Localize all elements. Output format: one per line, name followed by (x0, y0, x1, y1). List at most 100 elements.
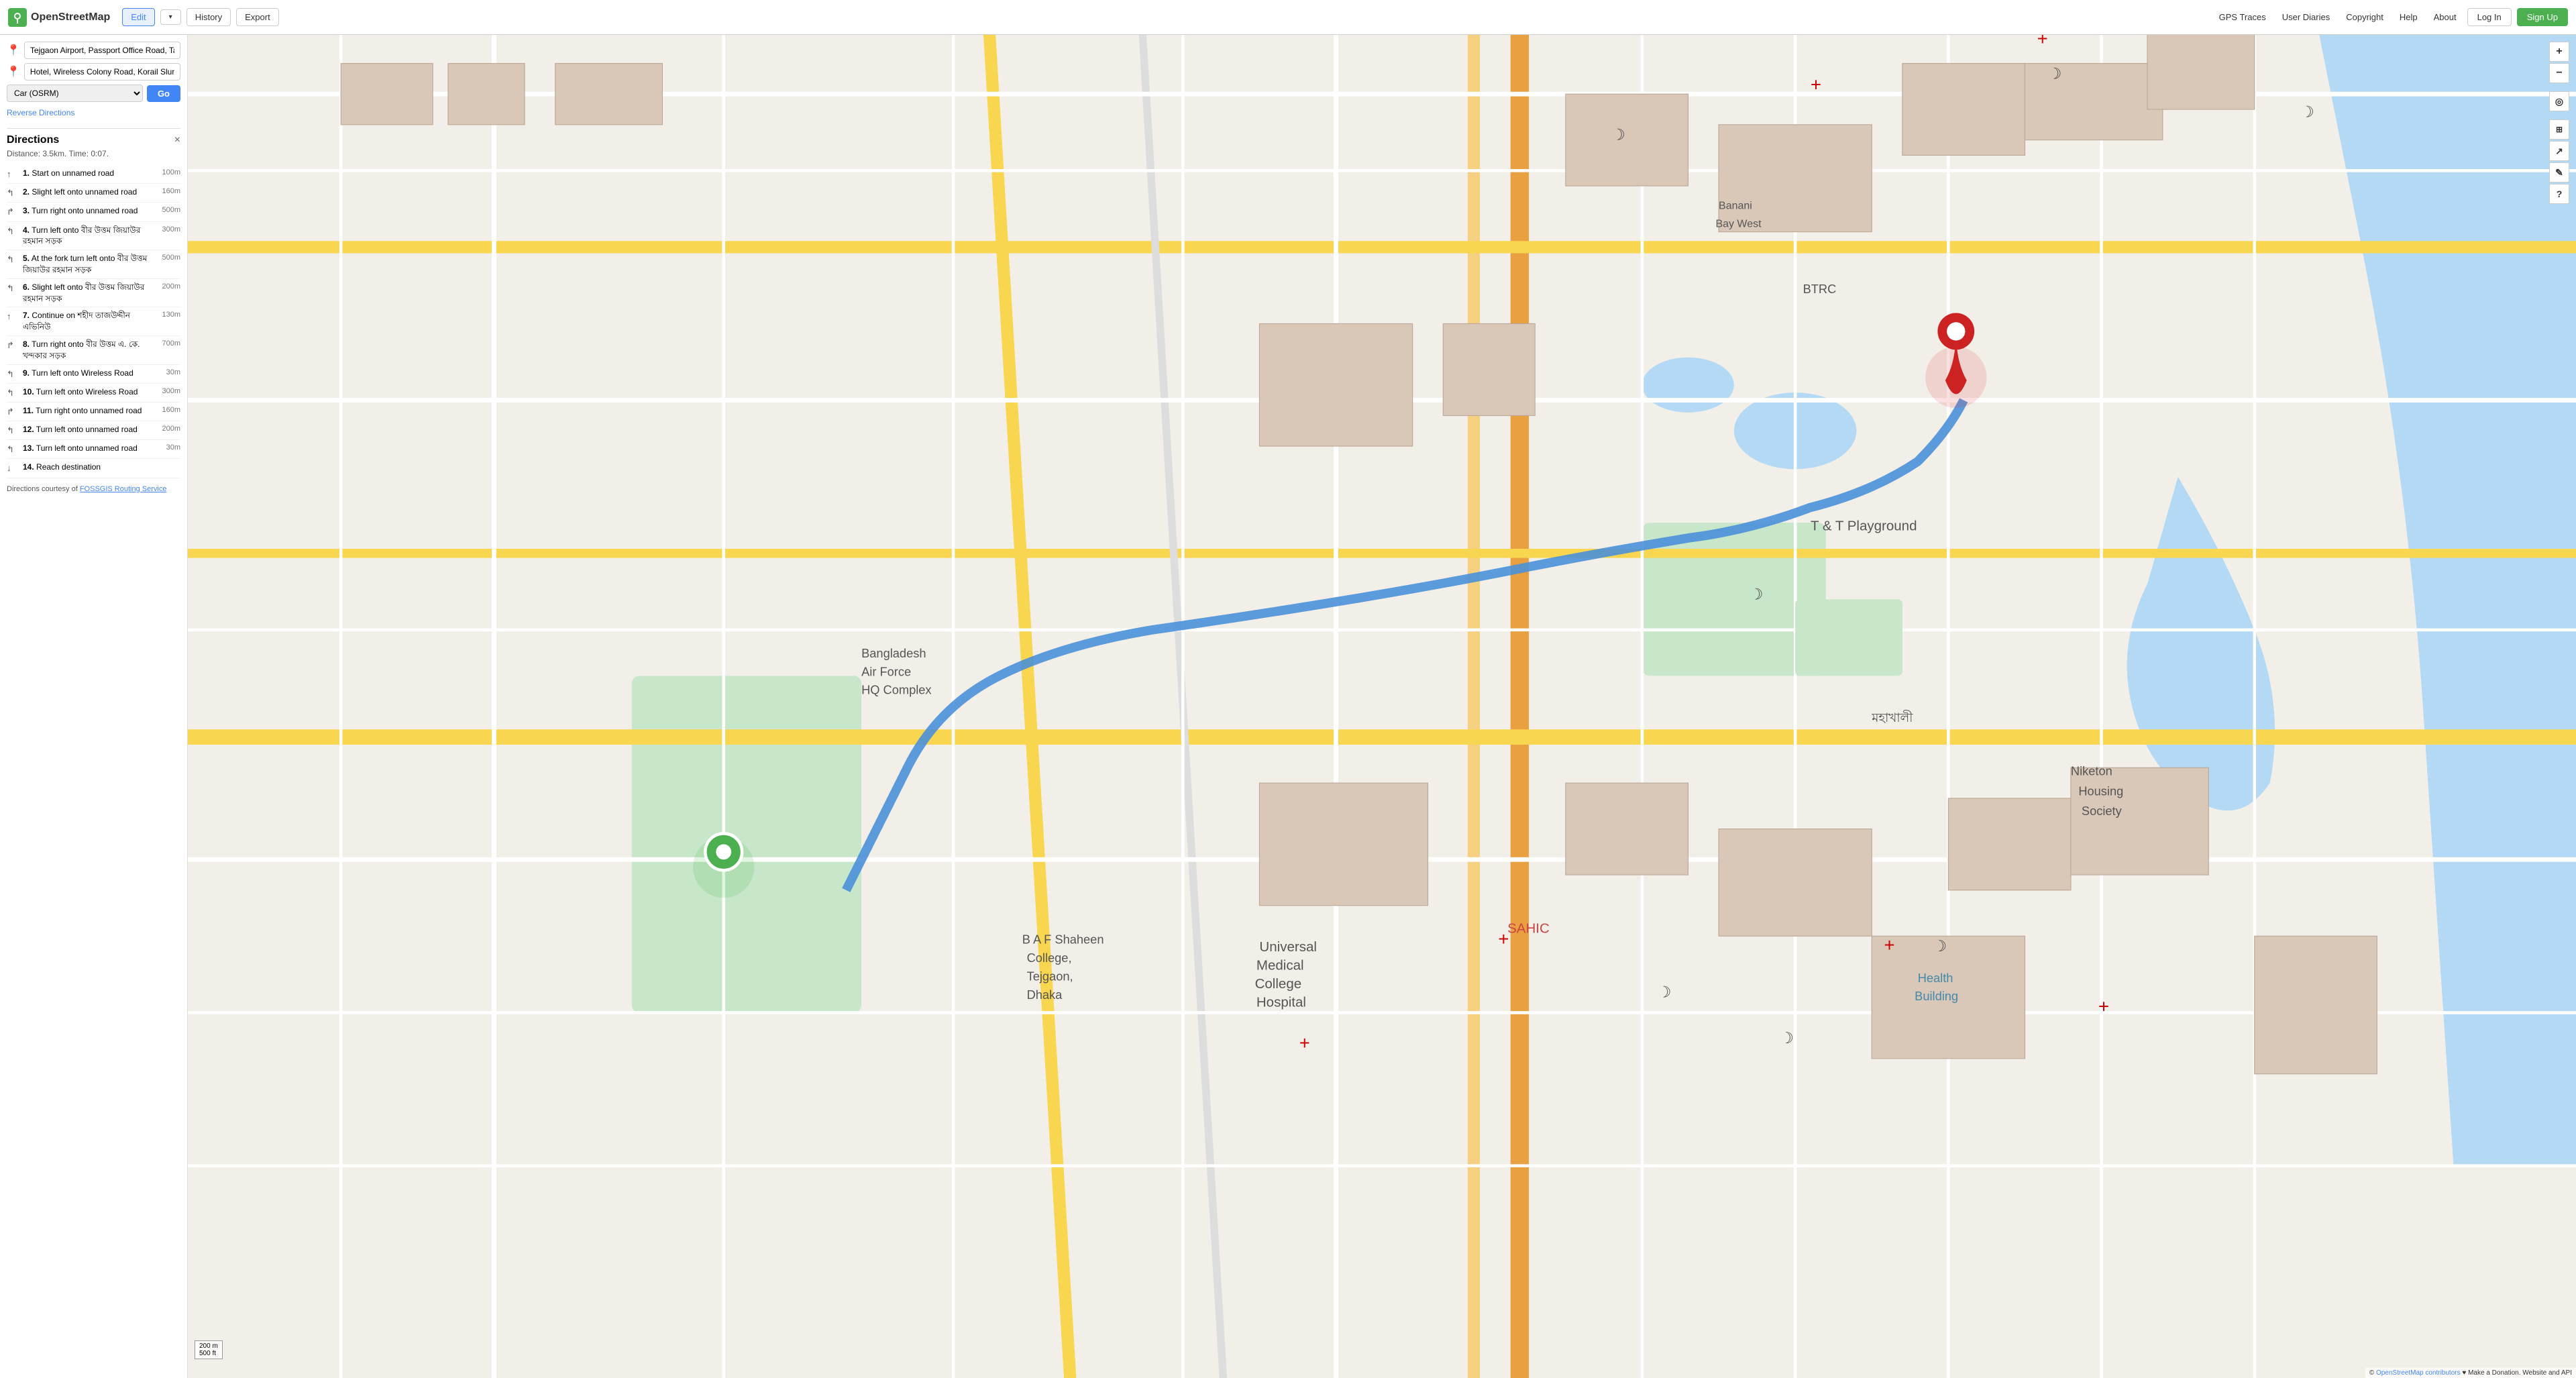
to-input-row: 📍 (7, 63, 180, 81)
direction-step: ↰ 5. At the fork turn left onto বীর উত্ত… (7, 250, 180, 279)
nav-gps-traces[interactable]: GPS Traces (2214, 12, 2271, 22)
svg-text:+: + (2037, 35, 2048, 49)
signup-button[interactable]: Sign Up (2517, 8, 2568, 26)
step-icon: ↰ (7, 187, 19, 199)
map-area[interactable]: T & T Playground Niketon Housing Society… (188, 35, 2576, 1378)
query-button[interactable]: ? (2549, 184, 2569, 204)
share-button[interactable]: ↗ (2549, 141, 2569, 161)
dropdown-arrow-icon: ▾ (169, 13, 172, 21)
logo[interactable]: OpenStreetMap (8, 8, 110, 27)
map-controls: + − ◎ ⊞ ↗ ✎ ? (2549, 42, 2569, 204)
go-button[interactable]: Go (147, 85, 180, 102)
svg-text:মহাখালী: মহাখালী (1871, 710, 1913, 725)
svg-text:Building: Building (1915, 989, 1958, 1003)
step-icon: ↑ (7, 311, 19, 323)
svg-text:+: + (2098, 996, 2109, 1016)
step-icon: ↓ (7, 462, 19, 474)
svg-text:Tejgaon,: Tejgaon, (1027, 969, 1073, 983)
map-svg: T & T Playground Niketon Housing Society… (188, 35, 2576, 1378)
edit-dropdown-button[interactable]: ▾ (160, 9, 181, 25)
nav-copyright[interactable]: Copyright (2341, 12, 2389, 22)
step-icon: ↱ (7, 206, 19, 218)
svg-text:Air Force: Air Force (861, 664, 911, 678)
svg-text:+: + (1884, 935, 1895, 955)
from-input[interactable] (24, 42, 180, 59)
nav-about[interactable]: About (2428, 12, 2462, 22)
reverse-directions-link[interactable]: Reverse Directions (7, 108, 74, 117)
step-icon: ↰ (7, 254, 19, 266)
step-icon: ↰ (7, 368, 19, 380)
attribution-text: © (2369, 1369, 2376, 1377)
transport-select[interactable]: Car (OSRM) Bicycle (OSRM) Foot (OSRM) (7, 85, 143, 102)
courtesy-label: Directions courtesy of (7, 485, 78, 493)
svg-text:SAHIC: SAHIC (1507, 921, 1550, 937)
zoom-out-button[interactable]: − (2549, 63, 2569, 83)
svg-text:☽: ☽ (1658, 984, 1671, 1001)
header: OpenStreetMap Edit ▾ History Export GPS … (0, 0, 2576, 35)
direction-step: ↰ 10. Turn left onto Wireless Road 300m (7, 384, 180, 403)
transport-row: Car (OSRM) Bicycle (OSRM) Foot (OSRM) Go (7, 85, 180, 102)
step-distance: 300m (154, 386, 180, 396)
step-distance: 700m (154, 339, 180, 349)
step-icon: ↰ (7, 443, 19, 456)
history-button[interactable]: History (186, 8, 231, 26)
svg-text:Niketon: Niketon (2071, 764, 2112, 778)
step-icon: ↑ (7, 168, 19, 180)
svg-text:Health: Health (1918, 971, 1953, 985)
svg-text:T & T Playground: T & T Playground (1811, 519, 1917, 534)
svg-text:Bangladesh: Bangladesh (861, 646, 926, 660)
export-button[interactable]: Export (236, 8, 279, 26)
nav-user-diaries[interactable]: User Diaries (2277, 12, 2336, 22)
step-icon: ↰ (7, 425, 19, 437)
step-text: 13. Turn left onto unnamed road (23, 443, 150, 454)
step-icon: ↱ (7, 406, 19, 418)
svg-text:Medical: Medical (1256, 958, 1304, 973)
fossgis-link[interactable]: FOSSGIS Routing Service (80, 485, 167, 493)
step-distance: 200m (154, 424, 180, 434)
svg-text:College: College (1255, 976, 1302, 992)
svg-text:Bay West: Bay West (1715, 219, 1762, 230)
step-text: 3. Turn right onto unnamed road (23, 205, 150, 217)
notes-button[interactable]: ✎ (2549, 162, 2569, 182)
attribution-link[interactable]: OpenStreetMap contributors (2376, 1369, 2461, 1377)
direction-step: ↰ 12. Turn left onto unnamed road 200m (7, 421, 180, 440)
from-input-row: 📍 (7, 42, 180, 59)
logo-icon (8, 8, 27, 27)
logo-text: OpenStreetMap (31, 11, 110, 23)
svg-text:+: + (1299, 1032, 1310, 1053)
svg-text:☽: ☽ (1611, 126, 1625, 144)
svg-text:Housing: Housing (2078, 784, 2123, 798)
step-text: 14. Reach destination (23, 462, 150, 473)
login-button[interactable]: Log In (2467, 8, 2512, 26)
geolocate-button[interactable]: ◎ (2549, 91, 2569, 111)
zoom-in-button[interactable]: + (2549, 42, 2569, 62)
direction-step: ↰ 4. Turn left onto বীর উত্তম জিয়াউর রহ… (7, 222, 180, 251)
nav-help[interactable]: Help (2394, 12, 2423, 22)
svg-text:☽: ☽ (2048, 64, 2061, 82)
left-panel: 📍 📍 Car (OSRM) Bicycle (OSRM) Foot (OSRM… (0, 35, 188, 1378)
svg-text:☽: ☽ (1933, 937, 1947, 955)
directions-close-button[interactable]: × (174, 134, 180, 146)
directions-title-text: Directions (7, 134, 59, 146)
direction-step: ↱ 8. Turn right onto বীর উত্তম এ. কে. খন… (7, 336, 180, 365)
step-text: 9. Turn left onto Wireless Road (23, 368, 150, 379)
step-text: 1. Start on unnamed road (23, 168, 150, 179)
svg-text:College,: College, (1027, 951, 1072, 965)
step-icon: ↰ (7, 387, 19, 399)
svg-text:☽: ☽ (2300, 103, 2314, 120)
attribution: © OpenStreetMap contributors ♥ Make a Do… (2365, 1368, 2576, 1378)
step-distance: 30m (154, 443, 180, 453)
to-input[interactable] (24, 63, 180, 81)
direction-step: ↱ 3. Turn right onto unnamed road 500m (7, 203, 180, 221)
scale-metric: 200 m (199, 1342, 218, 1350)
step-distance: 300m (154, 225, 180, 235)
step-icon: ↰ (7, 225, 19, 237)
step-distance: 200m (154, 282, 180, 292)
step-text: 6. Slight left onto বীর উত্তম জিয়াউর রহ… (23, 282, 150, 305)
edit-button[interactable]: Edit (122, 8, 154, 26)
step-text: 5. At the fork turn left onto বীর উত্তম … (23, 253, 150, 276)
step-text: 2. Slight left onto unnamed road (23, 187, 150, 198)
layers-button[interactable]: ⊞ (2549, 119, 2569, 140)
direction-step: ↑ 1. Start on unnamed road 100m (7, 165, 180, 184)
scale-bar: 200 m 500 ft (195, 1340, 223, 1359)
